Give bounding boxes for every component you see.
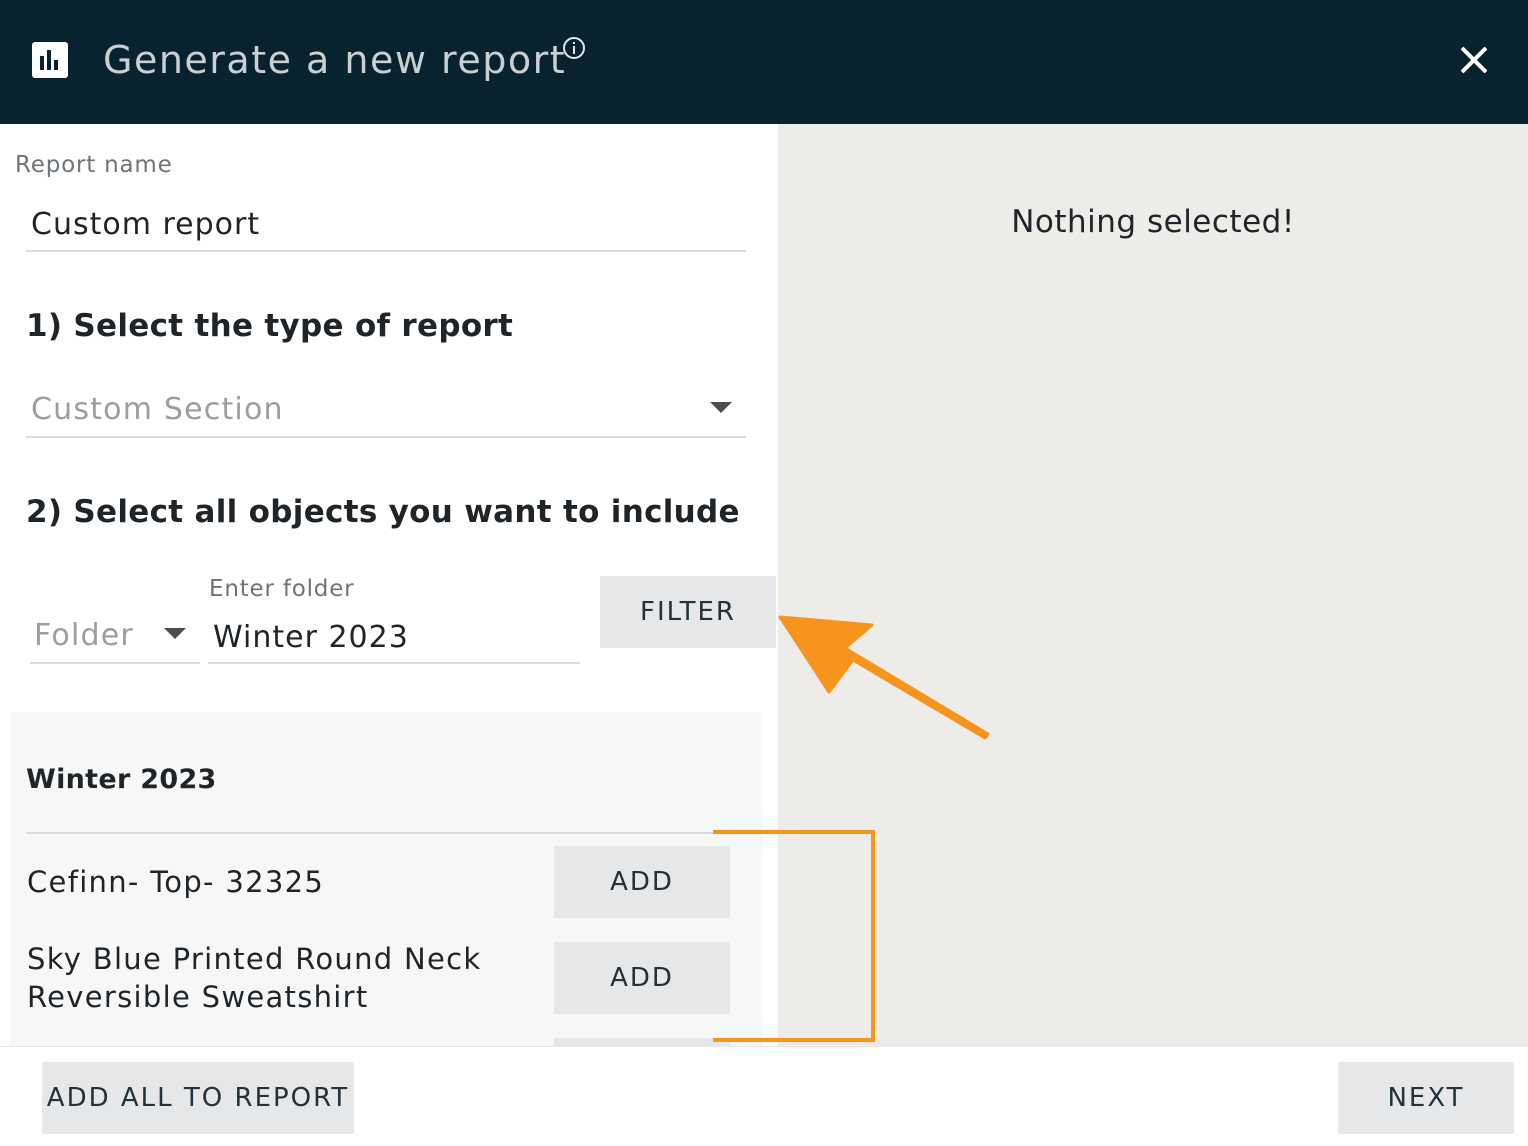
step1-heading: 1) Select the type of report [26,308,514,344]
report-type-select[interactable]: Custom Section [26,392,746,438]
object-list-panel: Winter 2023 Cefinn- Top- 32325 ADD Sky B… [10,712,762,1046]
list-item-label: Sky Blue Printed Round Neck Reversible S… [27,942,482,1014]
add-object-button[interactable] [554,1038,730,1046]
info-icon[interactable] [563,37,585,59]
report-name-label: Report name [15,152,173,178]
report-type-value: Custom Section [31,392,284,427]
step2-heading: 2) Select all objects you want to includ… [26,494,740,530]
next-button[interactable]: NEXT [1338,1062,1514,1134]
report-name-input[interactable] [26,198,746,252]
close-icon[interactable] [1454,40,1494,80]
filter-button[interactable]: FILTER [600,576,776,648]
empty-selection-message: Nothing selected! [1011,204,1295,240]
list-divider [26,832,726,834]
object-list-title: Winter 2023 [26,764,217,795]
add-object-button[interactable]: ADD [554,942,730,1014]
chevron-down-icon [164,628,186,639]
dialog-footer: ADD ALL TO REPORT NEXT [0,1046,1528,1146]
report-preview-panel: Nothing selected! [778,124,1528,1046]
folder-type-select[interactable]: Folder [30,618,200,664]
folder-input-label: Enter folder [209,576,355,602]
dialog-header: Generate a new report [0,0,1528,124]
folder-input[interactable] [208,612,580,664]
folder-type-value: Folder [34,618,134,653]
add-object-button[interactable]: ADD [554,846,730,918]
chevron-down-icon [710,402,732,413]
list-item-label: Cefinn- Top- 32325 [27,865,325,899]
dialog-title: Generate a new report [103,38,567,82]
add-all-to-report-button[interactable]: ADD ALL TO REPORT [42,1062,354,1134]
bar-chart-icon [32,42,68,78]
